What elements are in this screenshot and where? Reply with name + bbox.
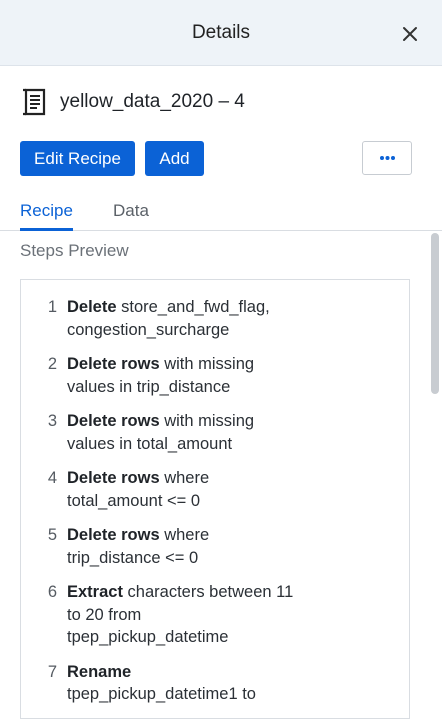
more-horizontal-icon [380,156,395,160]
close-icon [403,27,417,41]
step-action: Delete rows [67,526,160,544]
recipe-step[interactable]: 2 Delete rows with missing values in tri… [21,353,409,398]
more-options-button[interactable] [362,141,412,175]
active-tab-indicator [20,228,73,231]
step-number: 6 [47,583,57,601]
panel-title: Details [191,22,251,43]
edit-recipe-button[interactable]: Edit Recipe [20,141,135,176]
step-text: Delete store_and_fwd_flag, congestion_su… [67,296,297,341]
step-text: Delete rows with missing values in total… [67,410,297,455]
step-number: 5 [47,526,57,544]
dataset-name: yellow_data_2020 – 4 [60,91,245,112]
step-action: Delete rows [67,412,160,430]
step-number: 2 [47,355,57,373]
step-text: Delete rows where total_amount <= 0 [67,467,297,512]
step-text: Extract characters between 11 to 20 from… [67,581,297,649]
step-text: Delete rows with missing values in trip_… [67,353,297,398]
step-number: 4 [47,469,57,487]
close-button[interactable] [400,24,420,44]
steps-panel: 1 Delete store_and_fwd_flag, congestion_… [20,279,410,719]
step-text: Rename tpep_pickup_datetime1 to [67,661,297,706]
step-action: Extract [67,583,123,601]
add-button[interactable]: Add [145,141,204,176]
step-number: 3 [47,412,57,430]
recipe-step[interactable]: 5 Delete rows where trip_distance <= 0 [21,524,409,569]
recipe-step[interactable]: 1 Delete store_and_fwd_flag, congestion_… [21,296,409,341]
recipe-step[interactable]: 6 Extract characters between 11 to 20 fr… [21,581,409,649]
steps-list: 1 Delete store_and_fwd_flag, congestion_… [21,296,409,718]
step-number: 7 [47,662,57,681]
scrollbar[interactable] [431,233,439,394]
details-header: Details [0,0,442,66]
recipe-step[interactable]: 7 Rename tpep_pickup_datetime1 to [21,661,409,706]
recipe-step[interactable]: 4 Delete rows where total_amount <= 0 [21,467,409,512]
section-title: Steps Preview [20,241,129,260]
step-action: Delete rows [67,355,160,373]
recipe-step[interactable]: 3 Delete rows with missing values in tot… [21,410,409,455]
tab-bar: Recipe Data [0,190,442,231]
step-number: 1 [47,298,57,316]
step-text: Delete rows where trip_distance <= 0 [67,524,297,569]
dataset-title-row: yellow_data_2020 – 4 [20,86,245,118]
step-action: Delete [67,298,117,316]
step-detail: tpep_pickup_datetime1 to [67,685,256,703]
step-action: Rename [67,662,132,681]
step-action: Delete rows [67,469,160,487]
tab-recipe[interactable]: Recipe [20,201,73,221]
tab-data[interactable]: Data [113,201,149,221]
recipe-document-icon [23,88,46,116]
